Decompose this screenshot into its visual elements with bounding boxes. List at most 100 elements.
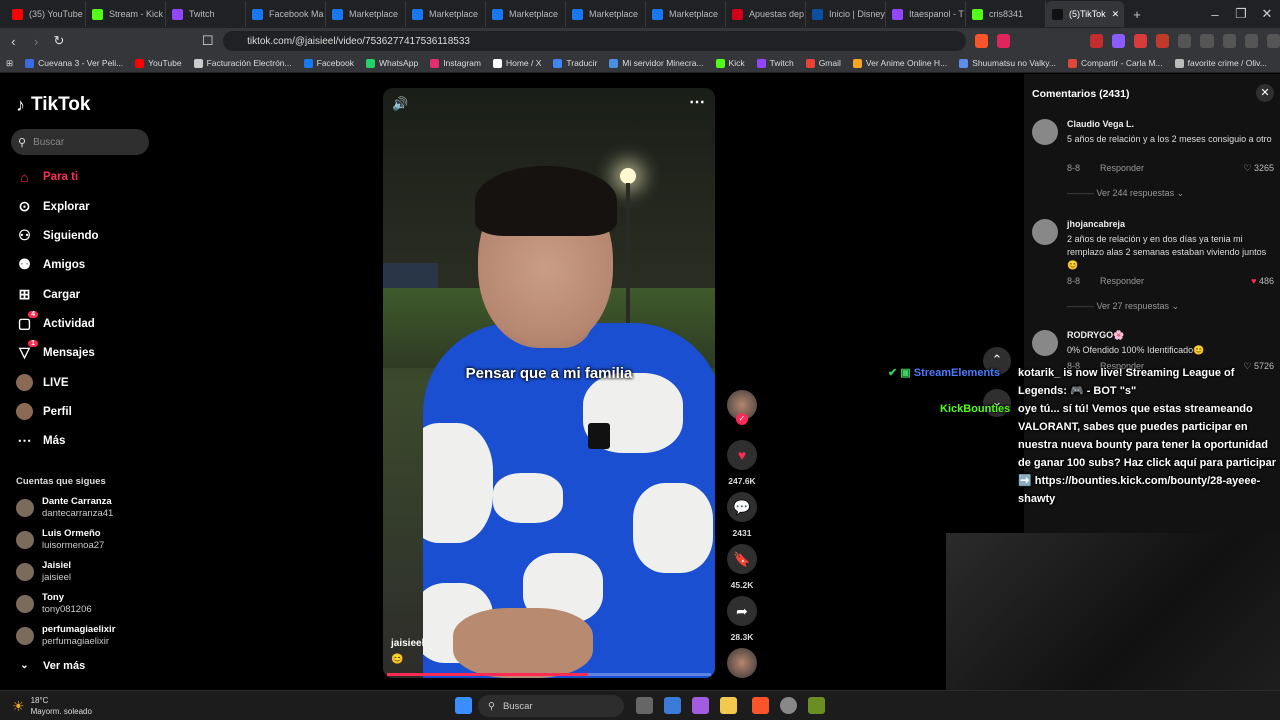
followed-account[interactable]: Tony tony081206 <box>16 592 92 616</box>
app-icon[interactable] <box>808 697 825 714</box>
brave-rewards-icon[interactable] <box>996 34 1010 48</box>
avatar[interactable] <box>1032 219 1058 245</box>
extension-icon[interactable] <box>1089 34 1103 48</box>
comment-like[interactable]: ♥ 486 <box>1251 276 1274 286</box>
bookmark-icon[interactable]: ☐ <box>198 33 217 49</box>
bookmark-item[interactable]: YouTube <box>135 58 182 68</box>
comment-like[interactable]: ♡ 3265 <box>1243 163 1274 174</box>
store-icon[interactable] <box>664 697 681 714</box>
bookmark-item[interactable]: Shuumatsu no Valky... <box>959 58 1056 68</box>
nav-item[interactable]: ▢ 4 Actividad <box>16 311 95 332</box>
browser-tab[interactable]: Apuestas dep <box>726 1 806 27</box>
avatar[interactable] <box>1032 119 1058 145</box>
close-icon[interactable]: ✕ <box>1256 84 1274 102</box>
bookmark-item[interactable]: Twitch <box>756 58 794 68</box>
browser-tab[interactable]: Marketplace <box>646 1 726 27</box>
comment-author[interactable]: RODRYGO🌸 <box>1067 330 1124 341</box>
comment-author[interactable]: jhojancabreja <box>1067 219 1125 229</box>
share-action[interactable]: ➦ 28.3K <box>727 596 757 642</box>
video-username[interactable]: jaisieel <box>391 638 424 649</box>
copilot-icon[interactable] <box>692 697 709 714</box>
more-options-icon[interactable]: ⋯ <box>689 92 705 112</box>
followed-account[interactable]: perfumagiaelixir perfumagiaelixir <box>16 624 115 648</box>
reply-button[interactable]: Responder <box>1100 276 1144 286</box>
nav-item[interactable]: ⊙ Explorar <box>16 198 90 215</box>
reply-button[interactable]: Responder <box>1100 163 1144 173</box>
nav-item[interactable]: ⚇ Siguiendo <box>16 227 98 244</box>
nav-item[interactable]: LIVE <box>16 374 69 391</box>
bookmark-item[interactable]: Instagram <box>430 58 481 68</box>
browser-tab[interactable]: (35) YouTube <box>6 1 86 27</box>
bookmark-item[interactable]: WhatsApp <box>365 58 418 68</box>
extension-icon[interactable] <box>1156 34 1170 48</box>
browser-tab[interactable]: Marketplace <box>406 1 486 27</box>
tiktok-logo[interactable]: ♪ TikTok <box>16 94 90 116</box>
video-player[interactable]: 🔊 ⋯ Pensar que a mi familia jaisieel 😊 <box>383 88 715 678</box>
apps-icon[interactable]: ⊞ <box>6 58 13 69</box>
browser-tab[interactable]: Marketplace <box>326 1 406 27</box>
comment-author[interactable]: Claudio Vega L. <box>1067 119 1134 129</box>
minimize-icon[interactable]: – <box>1202 7 1228 22</box>
forward-icon[interactable]: › <box>27 34 46 49</box>
search-input[interactable]: ⚲ Buscar <box>11 129 149 155</box>
see-more-button[interactable]: ⌄ Ver más <box>16 657 85 674</box>
bookmark-item[interactable]: Kick <box>715 58 745 68</box>
nav-item[interactable]: Perfil <box>16 403 72 420</box>
bookmark-item[interactable]: Compartir - Carla M... <box>1067 58 1163 68</box>
extension-icon[interactable] <box>1200 34 1214 48</box>
extension-icon[interactable] <box>1111 34 1126 48</box>
like-action[interactable]: ♥ 247.6K <box>727 440 757 486</box>
nav-item[interactable]: ⚉ Amigos <box>16 256 85 273</box>
windows-start-icon[interactable] <box>455 697 472 714</box>
brave-shield-icon[interactable] <box>974 34 988 48</box>
browser-tab[interactable]: Facebook Ma <box>246 1 326 27</box>
followed-account[interactable]: Jaisiel jaisieel <box>16 560 71 584</box>
bookmark-item[interactable]: favorite crime / Oliv... <box>1174 58 1267 68</box>
reload-icon[interactable]: ↻ <box>50 33 69 49</box>
extension-icon[interactable] <box>1266 34 1280 48</box>
url-bar[interactable]: tiktok.com/@jaisieel/video/7536277417536… <box>223 31 966 51</box>
nav-item[interactable]: ⋯ Más <box>16 432 66 449</box>
view-replies-button[interactable]: ——— Ver 27 respuestas ⌄ <box>1067 301 1179 312</box>
weather-widget[interactable]: ☀ 18°C Mayorm. soleado <box>12 695 92 717</box>
bookmark-item[interactable]: Facturación Electrón... <box>193 58 292 68</box>
extension-icon[interactable] <box>1178 34 1192 48</box>
app-icon[interactable] <box>780 697 797 714</box>
close-window-icon[interactable]: ✕ <box>1254 6 1280 22</box>
taskbar-search[interactable]: ⚲ Buscar <box>478 695 624 717</box>
extension-icon[interactable] <box>1222 34 1236 48</box>
avatar[interactable] <box>1032 330 1058 356</box>
bookmark-item[interactable]: Gmail <box>805 58 841 68</box>
browser-tab[interactable]: Twitch <box>166 1 246 27</box>
task-view-icon[interactable] <box>636 697 653 714</box>
bookmark-item[interactable]: Home / X <box>492 58 541 68</box>
close-tab-icon[interactable]: ✕ <box>1112 9 1120 20</box>
followed-account[interactable]: Luis Ormeño luisormenoa27 <box>16 528 104 552</box>
bookmark-item[interactable]: Facebook <box>303 58 354 68</box>
save-action[interactable]: 🔖 45.2K <box>727 544 757 590</box>
browser-tab[interactable]: cris8341 <box>966 1 1046 27</box>
browser-tab[interactable]: Marketplace <box>566 1 646 27</box>
followed-account[interactable]: Dante Carranza dantecarranza41 <box>16 496 113 520</box>
brave-browser-icon[interactable] <box>752 697 769 714</box>
volume-icon[interactable]: 🔊 <box>392 96 408 112</box>
browser-tab[interactable]: Itaespanol - T <box>886 1 966 27</box>
bookmark-item[interactable]: Cuevana 3 - Ver Peli... <box>25 58 123 68</box>
browser-tab[interactable]: (5)TikTok ✕ <box>1046 1 1124 27</box>
comment-action[interactable]: 💬 2431 <box>727 492 757 538</box>
nav-item[interactable]: ▽ 1 Mensajes <box>16 340 95 361</box>
sound-avatar[interactable] <box>727 648 757 678</box>
browser-tab[interactable]: Stream - Kick <box>86 1 166 27</box>
browser-tab[interactable]: Inicio | Disney <box>806 1 886 27</box>
bookmark-item[interactable]: Mi servidor Minecra... <box>609 58 704 68</box>
extension-icon[interactable] <box>1134 34 1148 48</box>
browser-tab[interactable]: Marketplace <box>486 1 566 27</box>
extension-icon[interactable] <box>1244 34 1258 48</box>
back-icon[interactable]: ‹ <box>4 34 23 49</box>
nav-item[interactable]: ⌂ Para ti <box>16 168 78 185</box>
nav-item[interactable]: ⊞ Cargar <box>16 286 80 303</box>
kickbounties-link[interactable]: ➡️ https://bounties.kick.com/bounty/28-a… <box>1018 475 1260 505</box>
new-tab-icon[interactable]: + <box>1124 7 1150 22</box>
author-avatar[interactable]: ✓ <box>727 390 757 425</box>
maximize-icon[interactable]: ❐ <box>1228 6 1254 22</box>
